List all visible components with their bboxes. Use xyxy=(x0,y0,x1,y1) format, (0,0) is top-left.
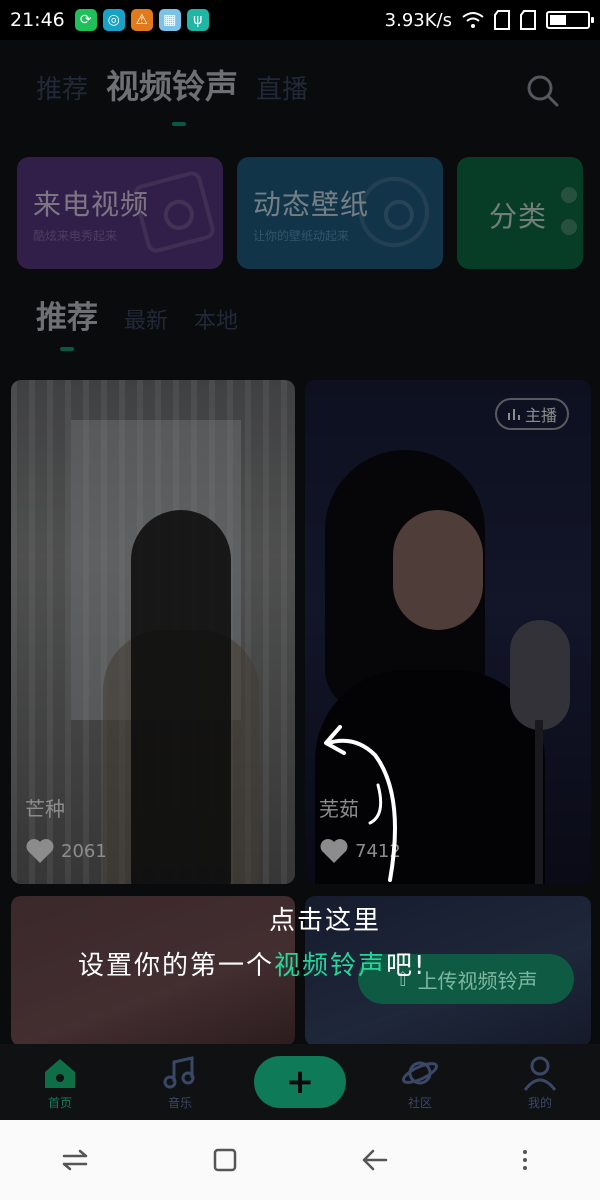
status-app-icons: ⟳ ◎ ⚠ ▦ ψ xyxy=(74,9,209,31)
usb-app-icon: ψ xyxy=(186,9,209,31)
nav-community-label: 社区 xyxy=(407,1095,432,1110)
browser-app-icon: ◎ xyxy=(102,9,125,31)
bottom-nav: 首页 音乐 + 社区 我的 xyxy=(0,1044,600,1120)
profile-icon xyxy=(523,1056,557,1091)
nav-profile-label: 我的 xyxy=(527,1095,552,1110)
system-nav-bar xyxy=(0,1120,600,1200)
battery-level xyxy=(550,15,566,25)
gallery-app-icon: ▦ xyxy=(158,9,181,31)
sync-app-icon: ⟳ xyxy=(74,9,97,31)
guide-text: 点击这里 xyxy=(268,906,381,936)
home-button-icon[interactable] xyxy=(195,1130,255,1190)
warning-app-icon: ⚠ xyxy=(130,9,153,31)
nav-profile[interactable]: 我的 xyxy=(480,1054,600,1111)
nav-home-label: 首页 xyxy=(47,1095,72,1110)
nav-music-label: 音乐 xyxy=(167,1095,192,1110)
nav-community[interactable]: 社区 xyxy=(360,1054,480,1111)
home-icon xyxy=(45,1058,75,1088)
guide-text-2: 设置你的第一个视频铃声吧! xyxy=(78,945,426,982)
planet-icon xyxy=(401,1061,439,1084)
guide-arrow-icon xyxy=(324,725,397,882)
sim2-icon xyxy=(520,10,536,30)
music-icon xyxy=(163,1055,195,1088)
back-icon[interactable] xyxy=(345,1130,405,1190)
add-button[interactable]: + xyxy=(254,1056,346,1108)
net-speed: 3.93K/s xyxy=(384,9,452,31)
nav-home[interactable]: 首页 xyxy=(0,1054,120,1111)
wifi-icon xyxy=(462,12,484,28)
sim1-icon xyxy=(494,10,510,30)
nav-create[interactable]: + xyxy=(240,1056,360,1108)
menu-icon[interactable] xyxy=(495,1130,555,1190)
upload-button-label: 上传视频铃声 xyxy=(417,968,538,993)
status-bar: 21:46 ⟳ ◎ ⚠ ▦ ψ 3.93K/s xyxy=(0,0,600,40)
battery-icon xyxy=(546,11,594,29)
switch-apps-icon[interactable] xyxy=(45,1130,105,1190)
guide-text-prefix: 设置你的第一个 xyxy=(78,951,275,981)
guide-text-suffix: 吧! xyxy=(386,951,427,981)
nav-music[interactable]: 音乐 xyxy=(120,1054,240,1111)
guide-text-highlight: 视频铃声 xyxy=(274,951,387,981)
status-time: 21:46 xyxy=(10,9,65,31)
status-right: 3.93K/s xyxy=(384,9,594,31)
